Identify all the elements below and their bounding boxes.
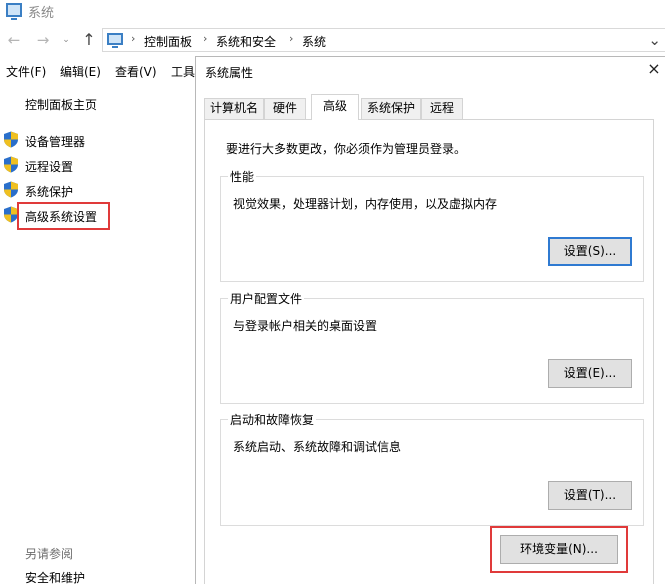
advanced-tab-panel: 要进行大多数更改，你必须作为管理员登录。 性能 视觉效果，处理器计划，内存使用，… xyxy=(204,119,654,584)
annotation-highlight-box xyxy=(490,526,628,573)
sidebar-item-label: 系统保护 xyxy=(25,185,74,199)
sidebar-item-label: 设备管理器 xyxy=(25,135,86,149)
system-properties-dialog: 系统属性 × 计算机名 硬件 高级 系统保护 远程 要进行大多数更改，你必须作为… xyxy=(195,56,665,584)
tab-computer-name[interactable]: 计算机名 xyxy=(204,98,264,119)
security-and-maintenance-link[interactable]: 安全和维护 xyxy=(25,569,85,584)
tab-remote[interactable]: 远程 xyxy=(421,98,463,119)
admin-required-note: 要进行大多数更改，你必须作为管理员登录。 xyxy=(226,142,467,156)
control-panel-home-link[interactable]: 控制面板主页 xyxy=(25,96,97,113)
performance-group: 性能 视觉效果，处理器计划，内存使用，以及虚拟内存 设置(S)... xyxy=(220,168,644,282)
sidebar-item-system-protection[interactable]: 系统保护 xyxy=(0,180,190,202)
menu-bar: 文件(F) 编辑(E) 查看(V) 工具 xyxy=(0,60,200,82)
dialog-title: 系统属性 xyxy=(205,66,254,80)
menu-tools[interactable]: 工具 xyxy=(171,63,195,80)
menu-file[interactable]: 文件(F) xyxy=(6,63,46,80)
breadcrumb-system-and-security[interactable]: 系统和安全 xyxy=(216,33,276,50)
breadcrumb-separator-icon[interactable]: › xyxy=(203,32,207,45)
address-bar[interactable]: › 控制面板 › 系统和安全 › 系统 ⌄ xyxy=(102,28,665,52)
startup-recovery-group: 启动和故障恢复 系统启动、系统故障和调试信息 设置(T)... xyxy=(220,411,644,526)
uac-shield-icon xyxy=(4,131,18,148)
group-description: 系统启动、系统故障和调试信息 xyxy=(233,440,402,454)
window-title: 系统 xyxy=(28,6,55,21)
forward-arrow-icon[interactable]: → xyxy=(34,30,52,50)
tab-hardware[interactable]: 硬件 xyxy=(264,98,306,119)
breadcrumb-system[interactable]: 系统 xyxy=(302,33,326,50)
menu-view[interactable]: 查看(V) xyxy=(115,63,157,80)
address-history-chevron-icon[interactable]: ⌄ xyxy=(648,31,661,49)
up-arrow-icon[interactable]: ↑ xyxy=(80,30,98,50)
back-arrow-icon[interactable]: ← xyxy=(5,30,23,50)
group-title: 启动和故障恢复 xyxy=(228,411,317,428)
tab-advanced[interactable]: 高级 xyxy=(311,94,359,120)
tab-system-protection[interactable]: 系统保护 xyxy=(361,98,421,119)
computer-icon xyxy=(6,3,22,20)
user-profiles-settings-button[interactable]: 设置(E)... xyxy=(548,359,632,388)
uac-shield-icon xyxy=(4,181,18,198)
group-title: 性能 xyxy=(228,168,257,185)
sidebar-item-label: 远程设置 xyxy=(25,160,74,174)
window-titlebar: 系统 xyxy=(0,0,665,26)
navigation-bar: ← → ⌄ ↑ › 控制面板 › 系统和安全 › 系统 ⌄ xyxy=(0,27,665,53)
startup-recovery-settings-button[interactable]: 设置(T)... xyxy=(548,481,632,510)
group-description: 与登录帐户相关的桌面设置 xyxy=(233,319,378,333)
see-also-heading: 另请参阅 xyxy=(25,547,74,561)
sidebar-item-remote-settings[interactable]: 远程设置 xyxy=(0,155,190,177)
close-icon[interactable]: × xyxy=(645,59,663,79)
breadcrumb-separator-icon[interactable]: › xyxy=(289,32,293,45)
sidebar-item-device-manager[interactable]: 设备管理器 xyxy=(0,130,190,152)
breadcrumb-separator-icon[interactable]: › xyxy=(131,32,135,45)
group-title: 用户配置文件 xyxy=(228,290,305,307)
recent-locations-chevron-icon[interactable]: ⌄ xyxy=(60,30,72,50)
breadcrumb-control-panel[interactable]: 控制面板 xyxy=(144,33,192,50)
menu-edit[interactable]: 编辑(E) xyxy=(60,63,101,80)
performance-settings-button[interactable]: 设置(S)... xyxy=(548,237,632,266)
uac-shield-icon xyxy=(4,156,18,173)
annotation-highlight-box xyxy=(17,202,110,230)
group-description: 视觉效果，处理器计划，内存使用，以及虚拟内存 xyxy=(233,197,498,211)
computer-icon xyxy=(107,33,123,48)
user-profiles-group: 用户配置文件 与登录帐户相关的桌面设置 设置(E)... xyxy=(220,290,644,404)
